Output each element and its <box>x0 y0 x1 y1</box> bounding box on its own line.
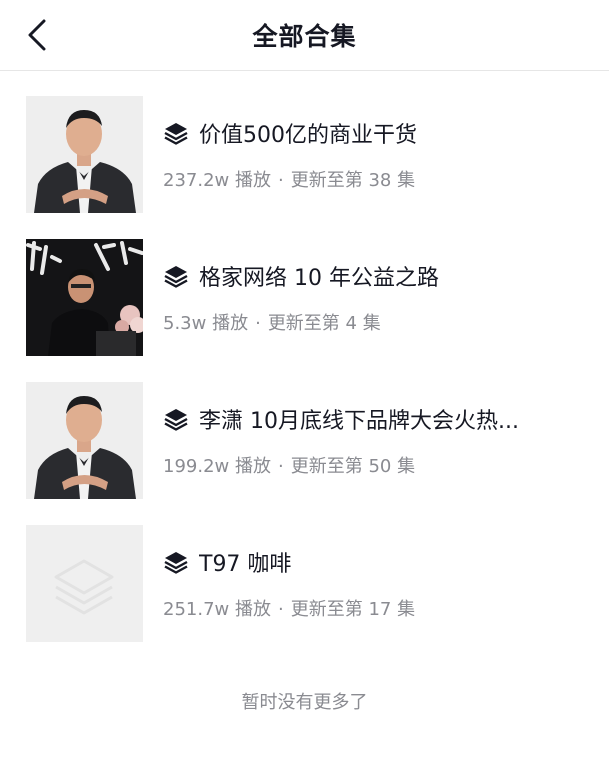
title-row: T97 咖啡 <box>163 545 583 579</box>
meta-separator: · <box>277 456 284 477</box>
collection-meta: 237.2w 播放 · 更新至第 38 集 <box>163 166 415 192</box>
collection-meta: 5.3w 播放 · 更新至第 4 集 <box>163 309 381 335</box>
collection-item[interactable]: 李潇 10月底线下品牌大会火热... 199.2w 播放 · 更新至第 50 集 <box>0 382 609 500</box>
back-button[interactable] <box>22 18 52 52</box>
collection-thumbnail <box>26 239 143 356</box>
meta-separator: · <box>277 599 284 620</box>
collection-title: 李潇 10月底线下品牌大会火热... <box>199 409 519 434</box>
chevron-left-icon <box>28 19 46 51</box>
play-count: 199.2w 播放 <box>163 456 271 477</box>
play-count: 237.2w 播放 <box>163 170 271 191</box>
collection-title: 价值500亿的商业干货 <box>199 123 417 148</box>
meta-separator: · <box>255 313 261 334</box>
collection-thumbnail <box>26 382 143 499</box>
portrait-thumbnail <box>26 382 143 499</box>
collection-layers-icon <box>164 409 188 431</box>
collection-title: T97 咖啡 <box>199 552 292 577</box>
meta-separator: · <box>277 170 284 191</box>
collection-layers-icon <box>164 552 188 574</box>
page-title: 全部合集 <box>252 22 357 51</box>
update-status: 更新至第 38 集 <box>290 170 416 191</box>
title-row: 格家网络 10 年公益之路 <box>163 259 583 293</box>
collection-thumbnail <box>26 525 143 642</box>
collection-title: 格家网络 10 年公益之路 <box>199 266 439 291</box>
update-status: 更新至第 50 集 <box>290 456 416 477</box>
portrait-thumbnail <box>26 96 143 213</box>
top-nav-bar: 全部合集 <box>0 0 609 71</box>
update-status: 更新至第 17 集 <box>290 599 416 620</box>
collection-layers-icon <box>164 123 188 145</box>
collection-meta: 251.7w 播放 · 更新至第 17 集 <box>163 595 415 621</box>
collection-item[interactable]: 格家网络 10 年公益之路 5.3w 播放 · 更新至第 4 集 <box>0 239 609 357</box>
no-more-indicator: 暂时没有更多了 <box>241 692 368 713</box>
placeholder-layers-icon <box>54 559 114 615</box>
collection-meta: 199.2w 播放 · 更新至第 50 集 <box>163 452 415 478</box>
collection-thumbnail <box>26 96 143 213</box>
update-status: 更新至第 4 集 <box>267 313 381 334</box>
collection-layers-icon <box>164 266 188 288</box>
collection-item[interactable]: 价值500亿的商业干货 237.2w 播放 · 更新至第 38 集 <box>0 96 609 214</box>
play-count: 5.3w 播放 <box>163 313 249 334</box>
title-row: 价值500亿的商业干货 <box>163 116 583 150</box>
title-row: 李潇 10月底线下品牌大会火热... <box>163 402 583 436</box>
play-count: 251.7w 播放 <box>163 599 271 620</box>
podium-thumbnail <box>26 239 143 356</box>
collection-item[interactable]: T97 咖啡 251.7w 播放 · 更新至第 17 集 <box>0 525 609 643</box>
